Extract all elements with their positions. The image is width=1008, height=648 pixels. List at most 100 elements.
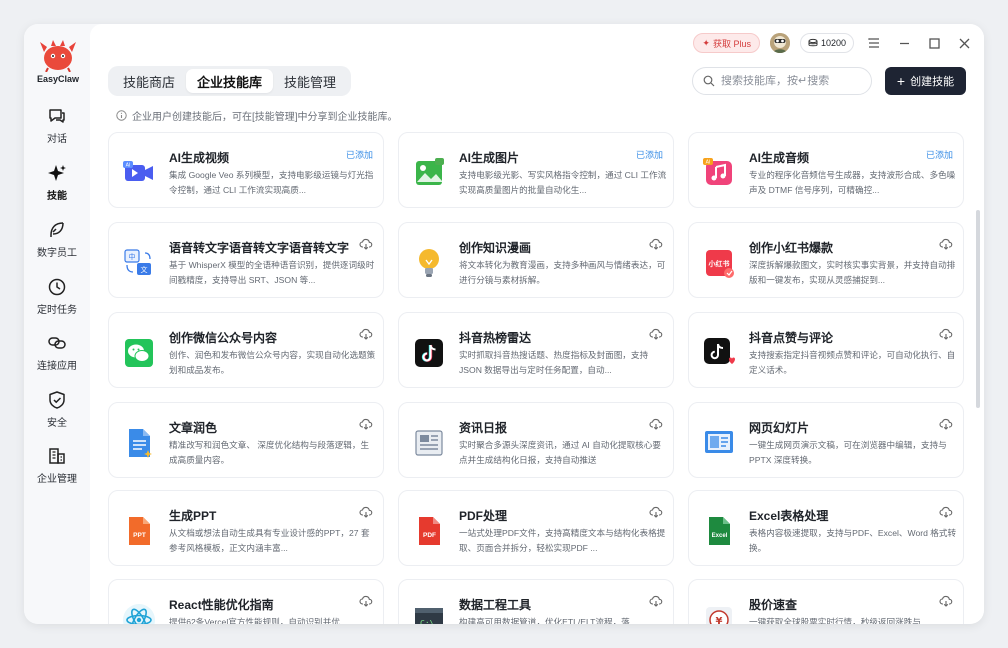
cloud-download-icon[interactable] [649, 594, 663, 608]
cloud-download-icon[interactable] [939, 505, 953, 519]
sidebar-item-connect-apps[interactable]: 连接应用 [28, 333, 86, 372]
skill-description: 基于 WhisperX 模型的全语种语音识别，提供逐词级时间戳精度，支持导出 S… [169, 260, 375, 285]
skill-description: 实时抓取抖音热搜话题、热度指标及封面图，支持 JSON 数据导出与定时任务配置，… [459, 350, 649, 375]
sidebar-item-digital-employee[interactable]: 数字员工 [28, 220, 86, 259]
skill-card[interactable]: Excel Excel表格处理 表格内容极速提取，支持与PDF、Excel、Word… [688, 490, 964, 566]
coin-balance[interactable]: 10200 [799, 33, 854, 53]
pdf-file-icon: PDF [411, 513, 447, 549]
avatar[interactable] [769, 33, 790, 53]
skill-grid: AI AI生成视频 集成 Google Veo 系列模型，支持电影级运镜与灯光指令控… [108, 132, 966, 624]
skill-title: 资讯日报 [459, 421, 508, 435]
skill-card[interactable]: 抖音热榜雷达 实时抓取抖音热搜话题、热度指标及封面图，支持 JSON 数据导出与定… [398, 312, 674, 388]
cloud-download-icon[interactable] [939, 327, 953, 341]
get-plus-button[interactable]: ✦ 获取 Plus [693, 33, 760, 53]
sidebar-item-enterprise[interactable]: 企业管理 [28, 446, 86, 485]
added-status: 已添加 [925, 150, 953, 160]
skill-description: 实时聚合多源头深度资讯，通过 AI 自动化提取核心要点并生成结构化日报，支持自动… [459, 440, 661, 465]
link-icon [48, 337, 66, 349]
sidebar-item-chat[interactable]: 对话 [28, 106, 86, 145]
cloud-download-icon[interactable] [649, 505, 663, 519]
sidebar-item-scheduled-tasks[interactable]: 定时任务 [28, 277, 86, 316]
skill-card[interactable]: PDF PDF处理一站式处理PDF文件，支持高精度文本与结构化表格提取、页面合并拆… [398, 490, 674, 566]
crab-logo-icon [40, 40, 76, 72]
skill-description: 将文本转化为教育漫画，支持多种画风与情绪表达，可进行分镜与素材拆解。 [459, 260, 666, 285]
document-icon [121, 425, 157, 461]
cloud-download-icon[interactable] [359, 417, 373, 431]
skill-card[interactable]: 资讯日报实时聚合多源头深度资讯，通过 AI 自动化提取核心要点并生成结构化日报，… [398, 402, 674, 478]
cloud-download-icon[interactable] [359, 237, 373, 251]
skill-description: 一键获取全球股票实时行情，秒级返回涨跌与 [749, 617, 921, 624]
skill-description: 从文档或想法自动生成具有专业设计感的PPT，27 套参考风格模板，正文内涵丰富.… [169, 528, 370, 553]
skill-card[interactable]: AI生成图片 支持电影级光影、写实风格指令控制，通过 CLI 工作流实现高质量图片… [398, 132, 674, 208]
skill-card[interactable]: React性能优化指南 提供62条Vercel官方性能规则，自动识别并优 [108, 579, 384, 624]
sidebar-item-label: 定时任务 [37, 305, 77, 316]
skill-title: AI生成视频 [169, 151, 230, 165]
skill-title: 文章润色 [169, 421, 218, 435]
search-box[interactable] [692, 67, 872, 95]
skill-card[interactable]: 网页幻灯片一键生成网页演示文稿，可在浏览器中编辑，支持与 PPTX 深度转换。 [688, 402, 964, 478]
app-window: EasyClaw 对话 技能 数字员工 定时任务 连接应用 安全 企业管理 ✦ … [24, 24, 984, 624]
skill-description: 一站式处理PDF文件，支持高精度文本与结构化表格提取、页面合并拆分，轻松实现PD… [459, 528, 666, 553]
scrollbar[interactable] [976, 210, 980, 408]
svg-text:PPT: PPT [133, 532, 146, 539]
shield-icon [49, 391, 65, 409]
terminal-icon: C:\ [411, 602, 447, 624]
skill-card[interactable]: PPT 生成PPT 从文档或想法自动生成具有专业设计感的PPT，27 套参考风格模板… [108, 490, 384, 566]
cloud-download-icon[interactable] [359, 505, 373, 519]
skill-card[interactable]: 创作微信公众号内容 创作、润色和发布微信公众号内容，实现自动化选题策划和成品发布。 [108, 312, 384, 388]
minimize-icon[interactable] [894, 33, 914, 53]
sidebar-item-label: 企业管理 [37, 474, 77, 485]
sidebar-item-security[interactable]: 安全 [28, 390, 86, 429]
skill-card[interactable]: ¥ 股价速查 一键获取全球股票实时行情，秒级返回涨跌与 [688, 579, 964, 624]
tab-skill-store[interactable]: 技能商店 [112, 69, 186, 93]
sidebar-item-skills[interactable]: 技能 [28, 163, 86, 202]
cloud-download-icon[interactable] [939, 594, 953, 608]
search-icon [703, 75, 715, 87]
slides-icon [701, 425, 737, 461]
create-skill-button[interactable]: + 创建技能 [885, 67, 966, 95]
skill-card[interactable]: 小红书 创作小红书爆款 深度拆解爆款图文，实时核实事实背景，并支持自动排版和一键发布… [688, 222, 964, 298]
cloud-download-icon[interactable] [649, 327, 663, 341]
newspaper-icon [411, 425, 447, 461]
skill-title: 网页幻灯片 [749, 421, 810, 435]
skill-title: Excel表格处理 [749, 509, 829, 523]
cloud-download-icon[interactable] [939, 237, 953, 251]
cloud-download-icon[interactable] [359, 594, 373, 608]
translate-icon: 中文 [121, 245, 157, 281]
ppt-file-icon: PPT [121, 513, 157, 549]
cloud-download-icon[interactable] [359, 327, 373, 341]
music-note-icon: AI [701, 155, 737, 191]
sidebar-item-label: 技能 [47, 191, 67, 202]
tab-enterprise-skills[interactable]: 企业技能库 [186, 69, 274, 93]
cloud-download-icon[interactable] [649, 417, 663, 431]
skill-description: 支持搜索指定抖音视频点赞和评论，可自动化执行、自定义话术。 [749, 350, 956, 375]
menu-icon[interactable] [864, 33, 884, 53]
cloud-download-icon[interactable] [939, 417, 953, 431]
skill-card[interactable]: C:\ 数据工程工具 构建高可用数据管道，优化ETL/ELT流程，落 [398, 579, 674, 624]
clock-icon [48, 278, 66, 296]
skill-title: PDF处理 [459, 509, 508, 523]
skill-card[interactable]: 文章润色精准改写和润色文章、 深度优化结构与段落逻辑，生成高质量内容。 [108, 402, 384, 478]
skill-title: 抖音点赞与评论 [749, 331, 834, 345]
plus-icon: + [896, 73, 906, 89]
skill-card[interactable]: 创作知识漫画 将文本转化为教育漫画，支持多种画风与情绪表达，可进行分镜与素材拆解。 [398, 222, 674, 298]
skill-card[interactable]: 中文语音转文字语音转文字语音转文字 基于 WhisperX 模型的全语种语音识别，… [108, 222, 384, 298]
info-icon [116, 110, 127, 121]
maximize-icon[interactable] [924, 33, 944, 53]
skill-card[interactable]: AI AI生成视频 集成 Google Veo 系列模型，支持电影级运镜与灯光指令控… [108, 132, 384, 208]
skill-description: 精准改写和润色文章、 深度优化结构与段落逻辑，生成高质量内容。 [169, 440, 370, 465]
cloud-download-icon[interactable] [649, 237, 663, 251]
skill-card[interactable]: 抖音点赞与评论支持搜索指定抖音视频点赞和评论，可自动化执行、自定义话术。 [688, 312, 964, 388]
wechat-icon [121, 335, 157, 371]
skill-card[interactable]: AI AI生成音频 专业的程序化音频信号生成器，支持波形合成、多色噪声及 DTMF … [688, 132, 964, 208]
close-icon[interactable] [954, 33, 974, 53]
skill-description: 一键生成网页演示文稿，可在浏览器中编辑，支持与 PPTX 深度转换。 [749, 440, 947, 465]
search-input[interactable] [721, 75, 861, 87]
create-skill-label: 创建技能 [910, 76, 955, 88]
svg-text:小红书: 小红书 [708, 259, 730, 268]
skill-description: 构建高可用数据管道，优化ETL/ELT流程，落 [459, 617, 630, 624]
info-notice: 企业用户创建技能后，可在[技能管理]中分享到企业技能库。 [116, 108, 398, 123]
excel-file-icon: Excel [701, 513, 737, 549]
sidebar: EasyClaw 对话 技能 数字员工 定时任务 连接应用 安全 企业管理 [24, 24, 90, 624]
tab-skill-management[interactable]: 技能管理 [273, 69, 347, 93]
